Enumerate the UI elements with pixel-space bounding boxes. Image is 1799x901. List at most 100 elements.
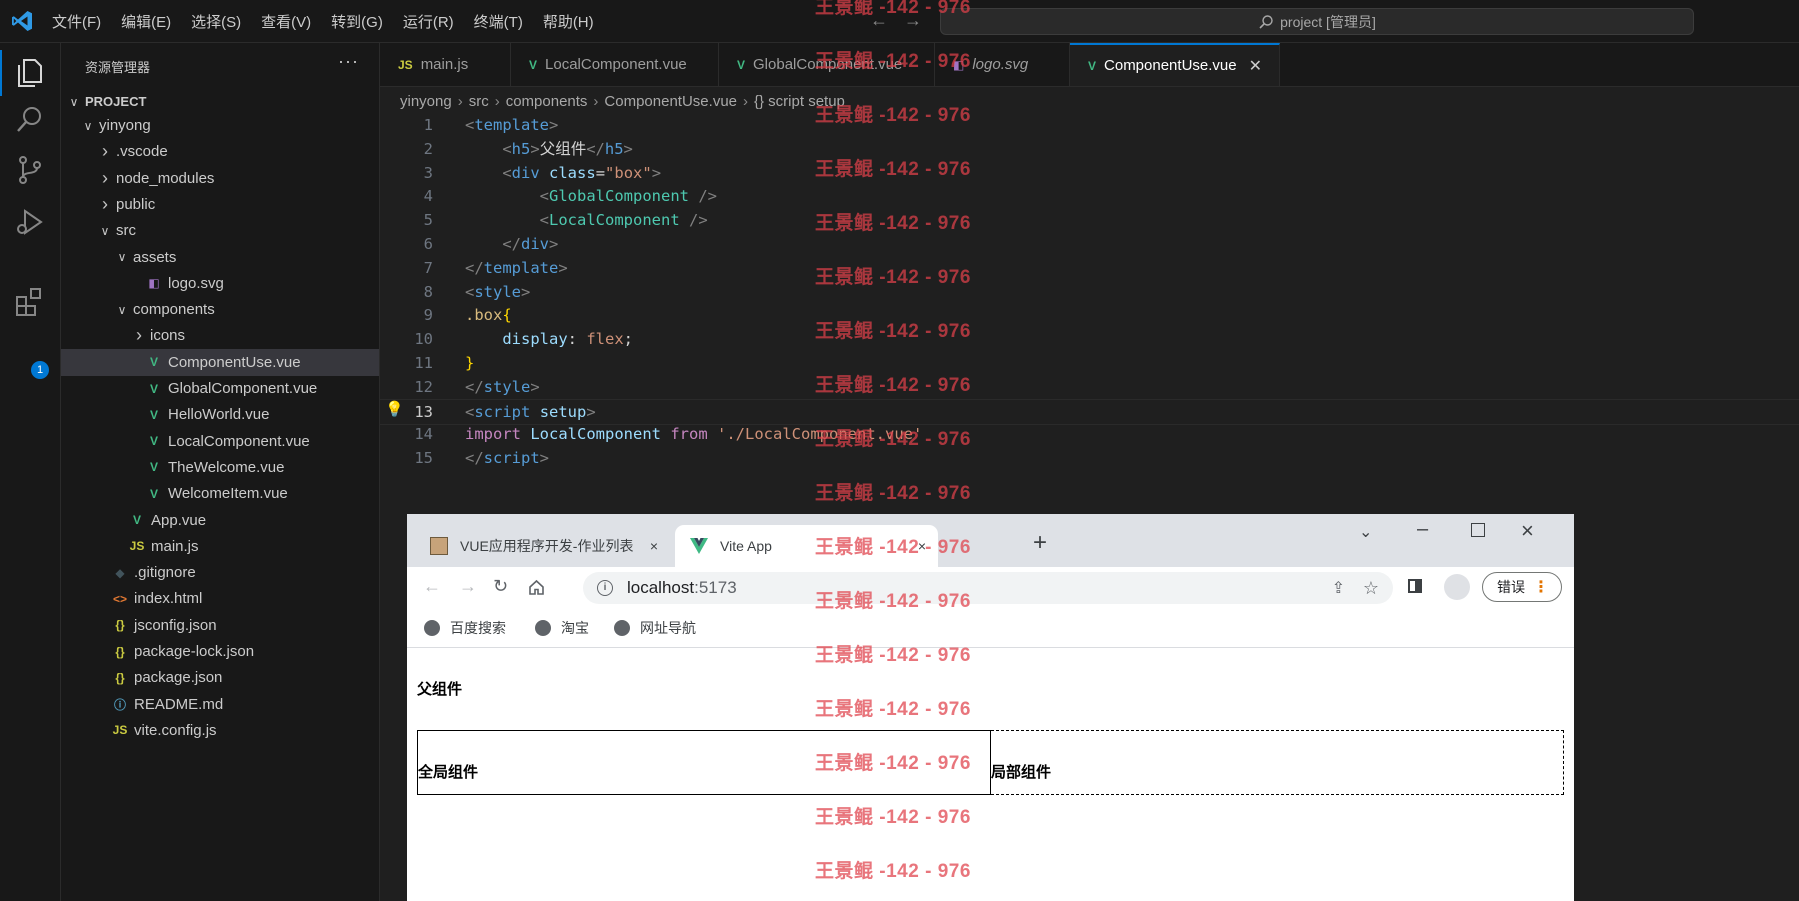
breadcrumb-item[interactable]: yinyong [400, 93, 452, 110]
explorer-icon[interactable] [0, 50, 47, 96]
tree-item-label: icons [150, 327, 186, 345]
tree-item[interactable]: ∨ assets [61, 244, 379, 271]
maximize-icon[interactable] [1471, 523, 1485, 537]
editor-tab[interactable]: JS main.js [380, 43, 511, 86]
tree-item-label: .vscode [116, 143, 168, 161]
code-line: 2 <h5>父组件</h5> [380, 137, 1799, 161]
side-panel-icon[interactable] [1408, 579, 1422, 593]
breadcrumb-item[interactable]: ComponentUse.vue [604, 93, 737, 110]
tree-item-label: WelcomeItem.vue [168, 485, 288, 503]
source-control-icon[interactable] [13, 153, 47, 187]
code-line: 1 <template> [380, 113, 1799, 137]
tree-item[interactable]: ◆ .gitignore [61, 559, 379, 586]
code-text: <div class="box"> [502, 163, 662, 182]
tree-item[interactable]: ∨ components [61, 296, 379, 323]
tree-item[interactable]: JS vite.config.js [61, 717, 379, 744]
js-file-icon: JS [129, 539, 145, 554]
browser-window: VUE应用程序开发-作业列表 × Vite App × + ⌄ – × ← → … [407, 514, 1574, 901]
menu-item[interactable]: 终端(T) [474, 11, 523, 32]
tree-item[interactable]: ∨ yinyong [61, 112, 379, 139]
tree-item[interactable]: › icons [61, 322, 379, 349]
run-debug-icon[interactable] [13, 205, 47, 239]
tree-item[interactable]: {} package-lock.json [61, 638, 379, 665]
global-component-label: 全局组件 [418, 764, 479, 781]
breadcrumb-item[interactable]: src [469, 93, 489, 110]
project-root[interactable]: ∨ PROJECT [61, 88, 379, 115]
tree-item[interactable]: <> index.html [61, 585, 379, 612]
tree-item[interactable]: {} package.json [61, 664, 379, 691]
menu-item[interactable]: 编辑(E) [121, 11, 171, 32]
address-bar[interactable]: i localhost:5173 ⇪ ☆ [583, 572, 1393, 604]
tree-item[interactable]: › .vscode [61, 138, 379, 165]
tree-item[interactable]: JS main.js [61, 533, 379, 560]
close-tab-icon[interactable]: × [650, 538, 658, 554]
tree-item[interactable]: V LocalComponent.vue [61, 428, 379, 455]
watermark-text: 王景鲲 -142 - 976 [815, 483, 971, 504]
site-info-icon[interactable]: i [597, 580, 613, 596]
bookmark-taobao[interactable]: 淘宝 [535, 618, 589, 638]
tree-item-label: package.json [134, 669, 223, 687]
tree-item[interactable]: V GlobalComponent.vue [61, 375, 379, 402]
chevron-right-icon: › [102, 193, 108, 214]
breadcrumb-item[interactable]: components [506, 93, 588, 110]
share-icon[interactable]: ⇪ [1332, 578, 1345, 598]
menu-item[interactable]: 选择(S) [191, 11, 241, 32]
browser-tab-label: Vite App [720, 538, 772, 554]
forward-icon[interactable]: → [459, 576, 477, 597]
tree-item[interactable]: V WelcomeItem.vue [61, 480, 379, 507]
browser-tab-homework[interactable]: VUE应用程序开发-作业列表 × [415, 525, 670, 567]
bookmark-nav[interactable]: 网址导航 [614, 618, 696, 638]
code-text: <GlobalComponent /> [539, 187, 717, 206]
menu-item[interactable]: 运行(R) [403, 11, 454, 32]
tree-item-label: README.md [134, 695, 224, 713]
error-button[interactable]: 错误 ⋮ [1482, 572, 1562, 602]
line-number: 6 [423, 235, 433, 253]
code-text: <LocalComponent /> [539, 211, 708, 230]
info-file-icon: ⓘ [113, 697, 126, 712]
tree-item[interactable]: › node_modules [61, 165, 379, 192]
tree-item[interactable]: V App.vue [61, 507, 379, 534]
menu-item[interactable]: 帮助(H) [543, 11, 594, 32]
menu-item[interactable]: 转到(G) [331, 11, 383, 32]
error-label: 错误 [1497, 579, 1525, 595]
tree-item[interactable]: V TheWelcome.vue [61, 454, 379, 481]
tree-item[interactable]: ◧ logo.svg [61, 270, 379, 297]
bookmark-baidu[interactable]: 百度搜索 [424, 618, 506, 638]
code-text: .box{ [465, 306, 512, 325]
editor-tab[interactable]: V LocalComponent.vue [511, 43, 719, 86]
bookmark-star-icon[interactable]: ☆ [1363, 578, 1379, 599]
tab-search-icon[interactable]: ⌄ [1359, 522, 1372, 542]
extensions-icon[interactable] [13, 285, 47, 319]
minimize-icon[interactable]: – [1417, 518, 1428, 541]
new-tab-button[interactable]: + [1033, 529, 1047, 557]
tree-item[interactable]: V ComponentUse.vue [61, 348, 379, 376]
browser-tabstrip: VUE应用程序开发-作业列表 × Vite App × + ⌄ – × [407, 514, 1574, 567]
code-line: 11} [380, 351, 1799, 375]
menu-item[interactable]: 文件(F) [52, 11, 101, 32]
lightbulb-icon[interactable]: 💡 [385, 400, 404, 418]
vue-file-icon: V [529, 57, 538, 72]
editor-tab[interactable]: V ComponentUse.vue ✕ [1070, 43, 1280, 86]
vue-file-icon: V [149, 434, 158, 449]
code-text: <style> [465, 282, 531, 301]
component-box: 全局组件 局部组件 [417, 730, 1565, 795]
profile-avatar-icon[interactable] [1444, 574, 1470, 600]
close-tab-icon[interactable]: ✕ [1249, 56, 1262, 76]
reload-icon[interactable]: ↻ [493, 576, 508, 597]
tree-item[interactable]: ∨ src [61, 217, 379, 244]
chevron-right-icon: › [136, 325, 142, 346]
home-icon[interactable] [528, 579, 545, 596]
tree-item[interactable]: {} jsconfig.json [61, 612, 379, 639]
close-window-icon[interactable]: × [1521, 518, 1534, 544]
line-number: 1 [423, 116, 433, 134]
command-center[interactable]: project [管理员] [940, 8, 1694, 35]
menu-item[interactable]: 查看(V) [261, 11, 311, 32]
more-actions-icon[interactable]: ··· [338, 51, 359, 72]
watermark-text: 王景鲲 -142 - 976 [815, 537, 971, 558]
tree-item[interactable]: › public [61, 191, 379, 218]
explorer-title: 资源管理器 [85, 60, 151, 75]
back-icon[interactable]: ← [423, 576, 441, 597]
search-icon[interactable] [13, 103, 47, 137]
tree-item[interactable]: ⓘ README.md [61, 691, 379, 718]
tree-item[interactable]: V HelloWorld.vue [61, 401, 379, 428]
